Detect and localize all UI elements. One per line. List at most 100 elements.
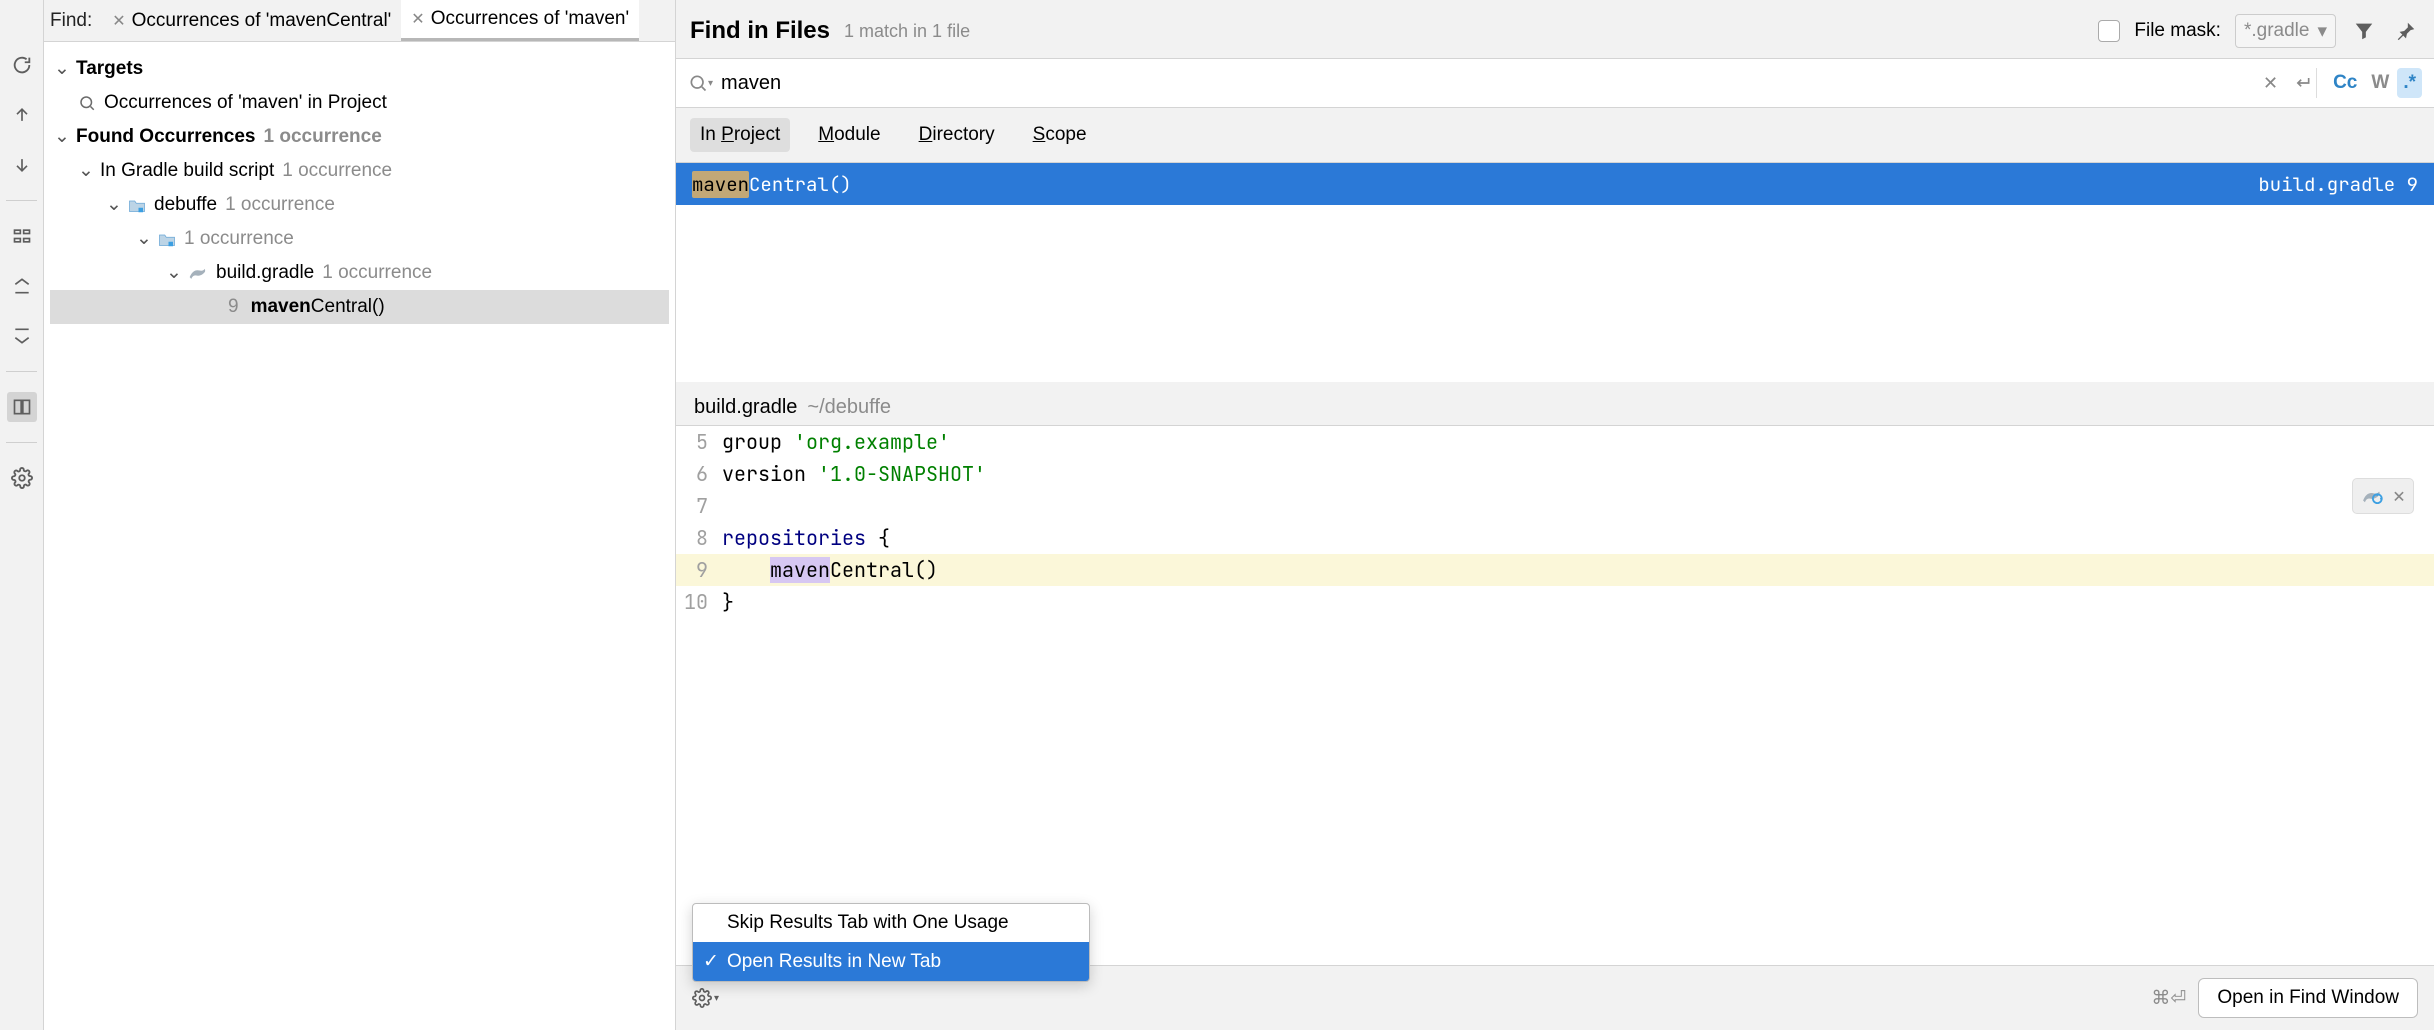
find-tab-0[interactable]: ✕ Occurrences of 'mavenCentral' [102,0,401,41]
words-toggle[interactable]: W [2365,68,2395,98]
close-icon[interactable]: ✕ [112,11,125,31]
filter-icon[interactable] [2350,17,2378,45]
code: mavenCentral() [722,557,938,583]
editor-line[interactable]: 8repositories { [676,522,2434,554]
module-count: 1 occurrence [184,223,294,255]
code: } [722,589,734,615]
fif-title: Find in Files [690,17,830,45]
open-in-find-window-button[interactable]: Open in Find Window [2198,978,2418,1018]
tree-node-file[interactable]: ⌄ build.gradle 1 occurrence [50,256,669,290]
tab-label: Occurrences of 'mavenCentral' [132,10,392,32]
result-file: build.gradle 9 [2258,172,2418,197]
file-mask-label: File mask: [2134,20,2221,42]
editor-line[interactable]: 10} [676,586,2434,618]
expand-all-icon[interactable] [7,271,37,301]
file-mask-select[interactable]: *.gradle ▾ [2235,14,2336,48]
result-list: mavenCentral() build.gradle 9 [676,162,2434,382]
match-case-toggle[interactable]: Cc [2327,68,2363,98]
editor-line[interactable]: 6version '1.0-SNAPSHOT' [676,458,2434,490]
nav-down-icon[interactable] [7,150,37,180]
tree-node-build-script[interactable]: ⌄ In Gradle build script 1 occurrence [50,154,669,188]
tree-node-targets-desc[interactable]: Occurrences of 'maven' in Project [50,86,669,120]
chevron-down-icon: ⌄ [78,155,92,187]
gradle-icon [2361,488,2383,504]
new-line-icon[interactable] [2288,69,2316,97]
result-code: mavenCentral() [251,291,385,323]
search-icon: ▾ [688,73,713,93]
line-number: 5 [676,429,722,455]
search-input[interactable] [721,72,2253,95]
pin-icon[interactable] [2392,17,2420,45]
line-number: 6 [676,461,722,487]
gear-icon[interactable]: ▾ [692,988,719,1008]
line-number: 8 [676,525,722,551]
project-name: debuffe [154,189,217,221]
settings-icon[interactable] [7,463,37,493]
find-results-panel: Find: ✕ Occurrences of 'mavenCentral' ✕ … [44,0,676,1030]
find-tab-strip: Find: ✕ Occurrences of 'mavenCentral' ✕ … [44,0,675,42]
scope-tab-scope[interactable]: Scope [1023,118,1097,152]
line-number: 9 [676,557,722,583]
editor-line[interactable]: 5group 'org.example' [676,426,2434,458]
chevron-down-icon: ⌄ [54,53,68,85]
clear-icon[interactable]: ✕ [2253,73,2288,94]
tab-label: Occurrences of 'maven' [431,8,629,30]
result-row[interactable]: mavenCentral() build.gradle 9 [676,163,2434,205]
popup-item-skip[interactable]: Skip Results Tab with One Usage [693,904,1089,942]
find-tab-1[interactable]: ✕ Occurrences of 'maven' [401,0,639,41]
scope-tab-directory[interactable]: Directory [909,118,1005,152]
code: group 'org.example' [722,429,950,455]
tree-node-module[interactable]: ⌄ 1 occurrence [50,222,669,256]
code: repositories { [722,525,890,551]
code: version '1.0-SNAPSHOT' [722,461,986,487]
close-icon[interactable]: ✕ [2393,483,2405,509]
line-number: 10 [676,589,722,615]
preview-editor[interactable]: ✕ 5group 'org.example'6version '1.0-SNAP… [676,425,2434,965]
find-label: Find: [50,10,92,32]
refresh-icon[interactable] [7,50,37,80]
preview-toggle-icon[interactable] [7,392,37,422]
scope-tabs: In Project Module Directory Scope [676,108,2434,162]
file-mask-checkbox[interactable] [2098,20,2120,42]
tree-node-targets[interactable]: ⌄ Targets [50,52,669,86]
chevron-down-icon: ⌄ [54,121,68,153]
shortcut-hint: ⌘⏎ [2151,987,2186,1010]
targets-label: Targets [76,53,143,85]
check-icon: ✓ [703,950,719,973]
chevron-down-icon: ⌄ [136,223,150,255]
scope-tab-project[interactable]: In Project [690,118,790,152]
result-line-number: 9 [228,291,239,323]
close-icon[interactable]: ✕ [411,9,424,29]
gradle-icon [188,265,208,281]
gradle-sync-badge[interactable]: ✕ [2352,478,2414,514]
folder-icon [128,198,146,213]
popup-item-open-new[interactable]: ✓ Open Results in New Tab [693,942,1089,981]
regex-toggle[interactable]: .* [2397,68,2422,98]
preview-header: build.gradle ~/debuffe [676,382,2434,425]
scope-tab-module[interactable]: Module [808,118,890,152]
fif-header: Find in Files 1 match in 1 file File mas… [676,0,2434,58]
chevron-down-icon: ⌄ [106,189,120,221]
found-label: Found Occurrences [76,121,256,153]
result-rest: Central() [749,172,852,197]
search-row: ▾ ✕ Cc W .* [676,58,2434,108]
tree-node-found[interactable]: ⌄ Found Occurrences 1 occurrence [50,120,669,154]
editor-line[interactable]: 9 mavenCentral() [676,554,2434,586]
gutter-divider [6,200,36,201]
found-count: 1 occurrence [264,121,382,153]
tree-node-project[interactable]: ⌄ debuffe 1 occurrence [50,188,669,222]
layout-icon[interactable] [7,221,37,251]
gear-popup: Skip Results Tab with One Usage ✓ Open R… [692,903,1090,982]
search-toggle-group: Cc W .* [2316,68,2422,98]
tree-result-row[interactable]: 9 mavenCentral() [50,290,669,324]
find-in-files-panel: Find in Files 1 match in 1 file File mas… [676,0,2434,1030]
chevron-down-icon: ⌄ [166,257,180,289]
build-script-label: In Gradle build script [100,155,274,187]
nav-up-icon[interactable] [7,100,37,130]
editor-line[interactable]: 7 [676,490,2434,522]
find-toolbar-gutter [0,0,44,1030]
collapse-all-icon[interactable] [7,321,37,351]
gutter-divider [6,371,36,372]
preview-file: build.gradle [694,396,797,419]
project-count: 1 occurrence [225,189,335,221]
